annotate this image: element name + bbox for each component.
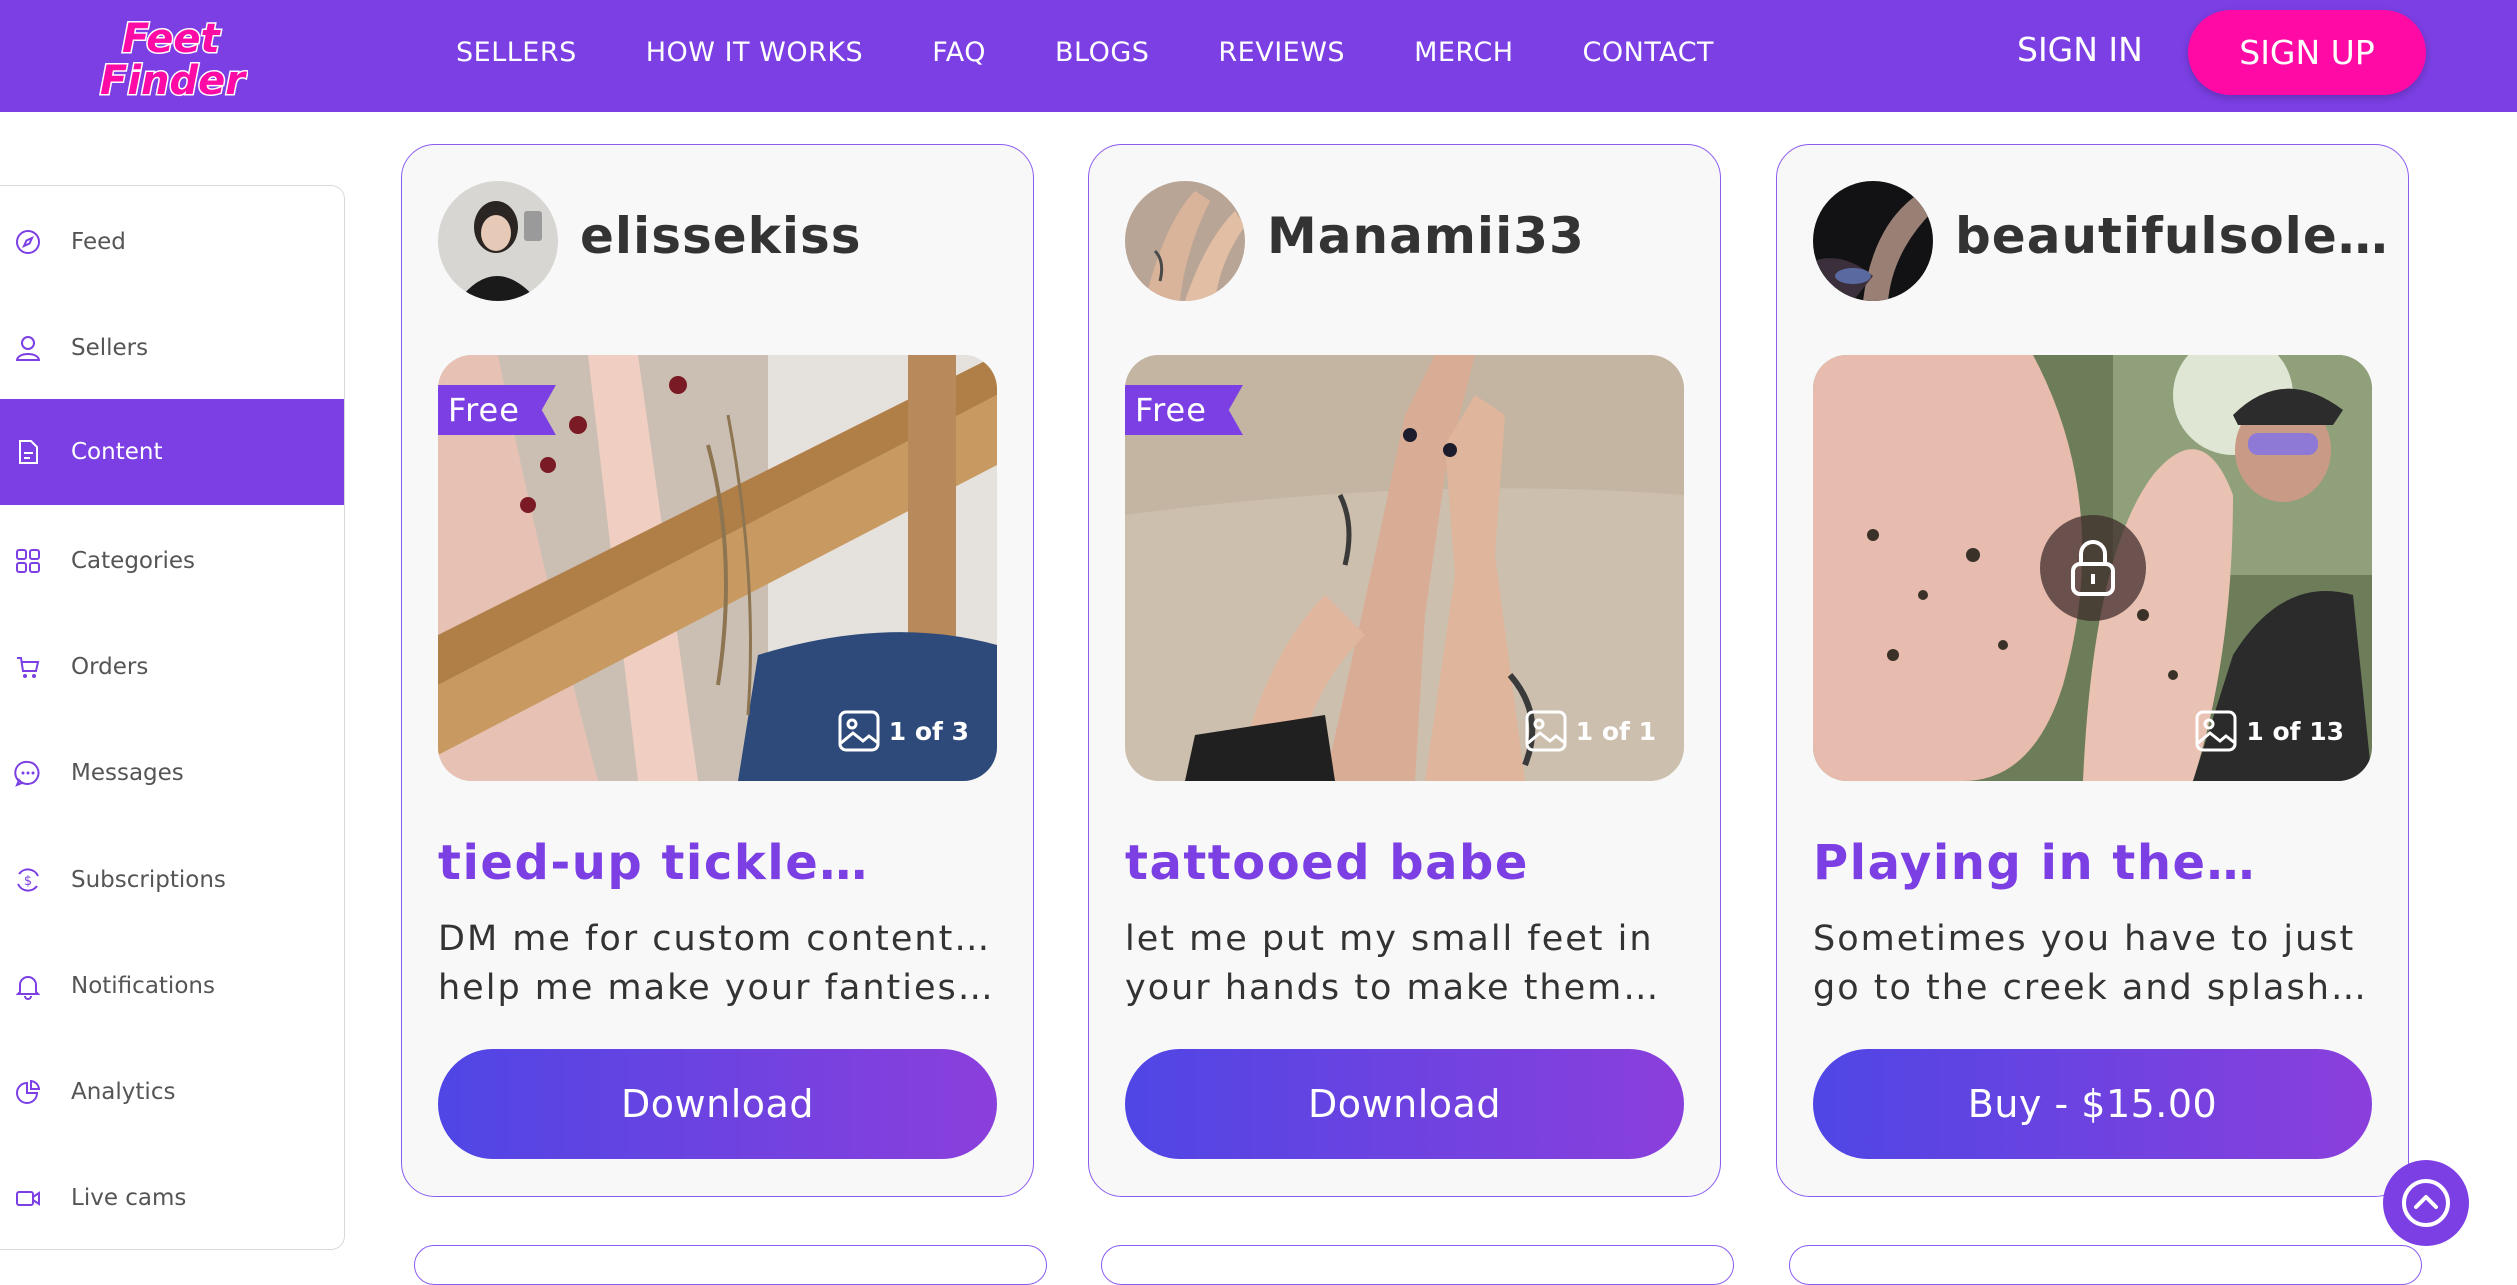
seller-username[interactable]: elissekiss xyxy=(580,207,1020,265)
content-image[interactable]: 1 of 13 xyxy=(1813,355,2372,781)
nav-sellers[interactable]: SELLERS xyxy=(456,37,577,68)
avatar[interactable] xyxy=(438,181,558,301)
sidebar: Feed Sellers Content Categories Orders M… xyxy=(0,185,345,1250)
sidebar-item-label: Notifications xyxy=(71,973,215,999)
chart-icon xyxy=(14,1078,42,1106)
sidebar-item-label: Content xyxy=(71,439,163,465)
content-description: let me put my small feet in your hands t… xyxy=(1125,915,1685,1013)
image-icon xyxy=(1525,710,1567,752)
sidebar-item-subscriptions[interactable]: $ Subscriptions xyxy=(0,827,344,933)
content-image[interactable]: Free 1 of 1 xyxy=(1125,355,1684,781)
image-count: 1 of 1 xyxy=(1524,709,1656,753)
nav-contact[interactable]: CONTACT xyxy=(1583,37,1715,68)
content-card: elissekiss Free 1 of 3 tied-up tickle… D… xyxy=(401,144,1034,1197)
nav-blogs[interactable]: BLOGS xyxy=(1055,37,1149,68)
content-title[interactable]: tied-up tickle… xyxy=(438,835,998,891)
nav-faq[interactable]: FAQ xyxy=(932,37,986,68)
sidebar-item-orders[interactable]: Orders xyxy=(0,614,344,720)
sidebar-item-messages[interactable]: Messages xyxy=(0,720,344,826)
content-card-next-row xyxy=(414,1245,1047,1285)
sidebar-item-categories[interactable]: Categories xyxy=(0,508,344,614)
description-line: let me put my small feet in xyxy=(1125,919,1654,959)
description-line: your hands to make them… xyxy=(1125,968,1661,1008)
sign-in-link[interactable]: SIGN IN xyxy=(2017,30,2143,69)
free-badge: Free xyxy=(1125,385,1243,435)
user-icon xyxy=(14,334,42,362)
buy-button[interactable]: Buy - $15.00 xyxy=(1813,1049,2372,1159)
description-line: Sometimes you have to just xyxy=(1813,919,2356,959)
sidebar-item-label: Categories xyxy=(71,548,195,574)
sidebar-item-label: Orders xyxy=(71,654,149,680)
sidebar-item-content[interactable]: Content xyxy=(0,399,344,505)
top-header: Feet Finder SELLERS HOW IT WORKS FAQ BLO… xyxy=(0,0,2517,112)
sidebar-item-label: Feed xyxy=(71,229,126,255)
free-badge: Free xyxy=(438,385,556,435)
description-line: help me make your fanties… xyxy=(438,968,995,1008)
sidebar-item-label: Analytics xyxy=(71,1079,176,1105)
download-button[interactable]: Download xyxy=(1125,1049,1684,1159)
svg-text:$: $ xyxy=(24,874,32,889)
svg-text:Feet: Feet xyxy=(122,16,221,62)
nav-merch[interactable]: MERCH xyxy=(1414,37,1513,68)
avatar[interactable] xyxy=(1125,181,1245,301)
chevron-up-icon xyxy=(2402,1179,2450,1227)
sidebar-item-feed[interactable]: Feed xyxy=(0,189,344,295)
sidebar-item-label: Sellers xyxy=(71,335,149,361)
image-count: 1 of 13 xyxy=(2194,709,2344,753)
seller-username[interactable]: Manamii33 xyxy=(1267,207,1707,265)
content-description: DM me for custom content !! help me make… xyxy=(438,915,998,1013)
sidebar-item-label: Subscriptions xyxy=(71,867,226,893)
bell-icon xyxy=(14,972,42,1000)
content-card: beautifulsole3… 1 of 13 Playing in the… … xyxy=(1776,144,2409,1197)
description-line: go to the creek and splash… xyxy=(1813,968,2368,1008)
download-button[interactable]: Download xyxy=(438,1049,997,1159)
sidebar-item-label: Messages xyxy=(71,760,184,786)
content-title[interactable]: Playing in the… xyxy=(1813,835,2373,891)
svg-text:Finder: Finder xyxy=(100,58,247,102)
document-icon xyxy=(14,438,42,466)
image-icon xyxy=(2195,710,2237,752)
cart-icon xyxy=(14,653,42,681)
sidebar-item-sellers[interactable]: Sellers xyxy=(0,295,344,401)
chat-icon xyxy=(14,759,42,787)
sidebar-item-notifications[interactable]: Notifications xyxy=(0,933,344,1039)
video-icon xyxy=(14,1184,42,1212)
sidebar-item-live-cams[interactable]: Live cams xyxy=(0,1145,344,1251)
content-card-next-row xyxy=(1101,1245,1734,1285)
image-count: 1 of 3 xyxy=(837,709,969,753)
seller-username[interactable]: beautifulsole3… xyxy=(1955,207,2395,265)
avatar[interactable] xyxy=(1813,181,1933,301)
content-card: Manamii33 Free 1 of 1 tattooed babe let … xyxy=(1088,144,1721,1197)
feet-finder-logo[interactable]: Feet Finder xyxy=(96,6,249,103)
description-line: DM me for custom content !! xyxy=(438,919,998,959)
lock-icon[interactable] xyxy=(2040,515,2146,621)
scroll-to-top-button[interactable] xyxy=(2383,1160,2469,1246)
sign-up-button[interactable]: SIGN UP xyxy=(2188,10,2426,95)
content-description: Sometimes you have to just go to the cre… xyxy=(1813,915,2373,1013)
sidebar-item-label: Live cams xyxy=(71,1185,187,1211)
grid-icon xyxy=(14,547,42,575)
content-image[interactable]: Free 1 of 3 xyxy=(438,355,997,781)
content-title[interactable]: tattooed babe xyxy=(1125,835,1685,891)
compass-icon xyxy=(14,228,42,256)
content-card-next-row xyxy=(1789,1245,2422,1285)
sidebar-item-analytics[interactable]: Analytics xyxy=(0,1039,344,1145)
image-count-text: 1 of 3 xyxy=(888,716,969,746)
dollar-cycle-icon: $ xyxy=(14,866,42,894)
image-count-text: 1 of 13 xyxy=(2246,716,2344,746)
image-icon xyxy=(838,710,880,752)
image-count-text: 1 of 1 xyxy=(1575,716,1656,746)
nav-reviews[interactable]: REVIEWS xyxy=(1218,37,1345,68)
main-nav: SELLERS HOW IT WORKS FAQ BLOGS REVIEWS M… xyxy=(456,0,1783,104)
nav-how-it-works[interactable]: HOW IT WORKS xyxy=(646,37,863,68)
